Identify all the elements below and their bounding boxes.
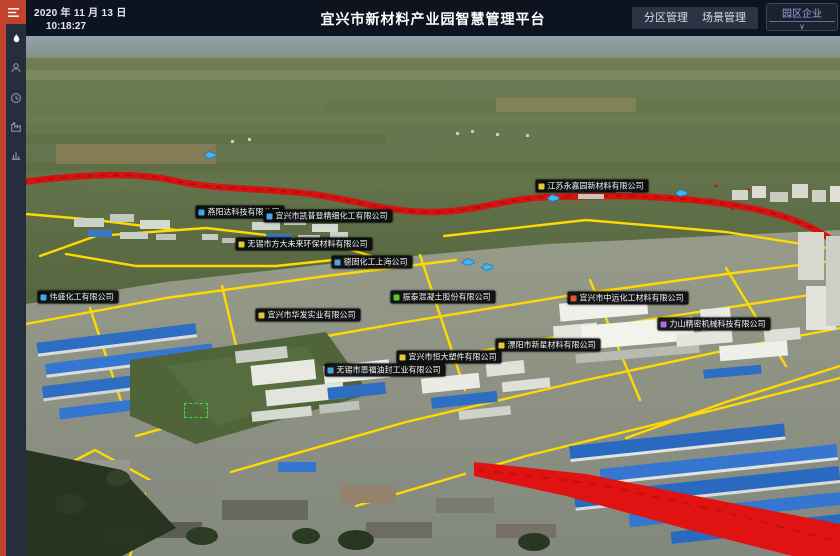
map-canvas[interactable]: 燕阳达科技有限公司 宜兴市凯普登精细化工有限公司 无锡市方大未来环保材料有限公司…: [26, 36, 840, 556]
company-label-text: 漂阳市新星材料有限公司: [508, 339, 596, 351]
user-icon[interactable]: [6, 58, 26, 78]
company-label-text: 德固化工上海公司: [344, 256, 408, 268]
company-icon: [400, 354, 406, 360]
drone-marker[interactable]: [674, 185, 688, 194]
company-icon: [259, 312, 265, 318]
company-icon: [41, 294, 47, 300]
company-label[interactable]: 伟盛化工有限公司: [38, 291, 119, 304]
company-label[interactable]: 漂阳市新星材料有限公司: [496, 339, 601, 352]
company-label[interactable]: 宜兴市华发实业有限公司: [256, 309, 361, 322]
company-icon: [267, 213, 273, 219]
company-label-text: 宜兴市中远化工材料有限公司: [580, 292, 684, 304]
park-enterprise-dropdown[interactable]: 园区企业 ∨: [766, 3, 838, 31]
history-icon[interactable]: [6, 88, 26, 108]
company-icon: [539, 183, 545, 189]
company-icon: [335, 259, 341, 265]
company-label[interactable]: 德固化工上海公司: [332, 256, 413, 269]
company-icon: [328, 367, 334, 373]
bar-chart-icon[interactable]: [6, 145, 26, 165]
fire-icon[interactable]: [6, 28, 26, 48]
company-label-text: 无锡市恩福油封工业有限公司: [337, 364, 441, 376]
company-label-text: 宜兴市恒大塑件有限公司: [409, 351, 497, 363]
selection-box[interactable]: [184, 403, 208, 418]
company-label[interactable]: 无锡市方大未来环保材料有限公司: [236, 238, 373, 251]
company-label-text: 伟盛化工有限公司: [50, 291, 114, 303]
scene-management-button[interactable]: 场景管理: [690, 7, 758, 29]
company-icon: [661, 321, 667, 327]
company-label[interactable]: 宜兴市凯普登精细化工有限公司: [264, 210, 393, 223]
drone-marker[interactable]: [203, 147, 217, 156]
company-icon: [199, 209, 205, 215]
company-label-text: 江苏永嘉园新材料有限公司: [548, 180, 644, 192]
company-label[interactable]: 宜兴市恒大塑件有限公司: [397, 351, 502, 364]
company-label[interactable]: 力山精密机械科技有限公司: [658, 318, 771, 331]
dropdown-label: 园区企业: [767, 4, 837, 20]
drone-marker[interactable]: [461, 254, 475, 263]
company-label-text: 无锡市方大未来环保材料有限公司: [248, 238, 368, 250]
company-label[interactable]: 振泰混凝土股份有限公司: [391, 291, 496, 304]
company-icon: [499, 342, 505, 348]
chevron-down-icon: ∨: [767, 23, 837, 31]
company-label-text: 宜兴市华发实业有限公司: [268, 309, 356, 321]
platform-window: 2020 年 11 月 13 日 10:18:27 宜兴市新材料产业园智慧管理平…: [0, 0, 840, 556]
company-icon: [571, 295, 577, 301]
sidebar: [6, 0, 26, 556]
company-label-text: 振泰混凝土股份有限公司: [403, 291, 491, 303]
company-label[interactable]: 无锡市恩福油封工业有限公司: [325, 364, 446, 377]
menu-icon[interactable]: [0, 0, 26, 24]
company-icon: [394, 294, 400, 300]
factory-icon[interactable]: [6, 117, 26, 137]
company-label-text: 力山精密机械科技有限公司: [670, 318, 766, 330]
company-label-text: 宜兴市凯普登精细化工有限公司: [276, 210, 388, 222]
company-label[interactable]: 江苏永嘉园新材料有限公司: [536, 180, 649, 193]
drone-marker[interactable]: [480, 259, 494, 268]
top-bar: 2020 年 11 月 13 日 10:18:27 宜兴市新材料产业园智慧管理平…: [26, 0, 840, 36]
company-icon: [239, 241, 245, 247]
company-label[interactable]: 宜兴市中远化工材料有限公司: [568, 292, 689, 305]
